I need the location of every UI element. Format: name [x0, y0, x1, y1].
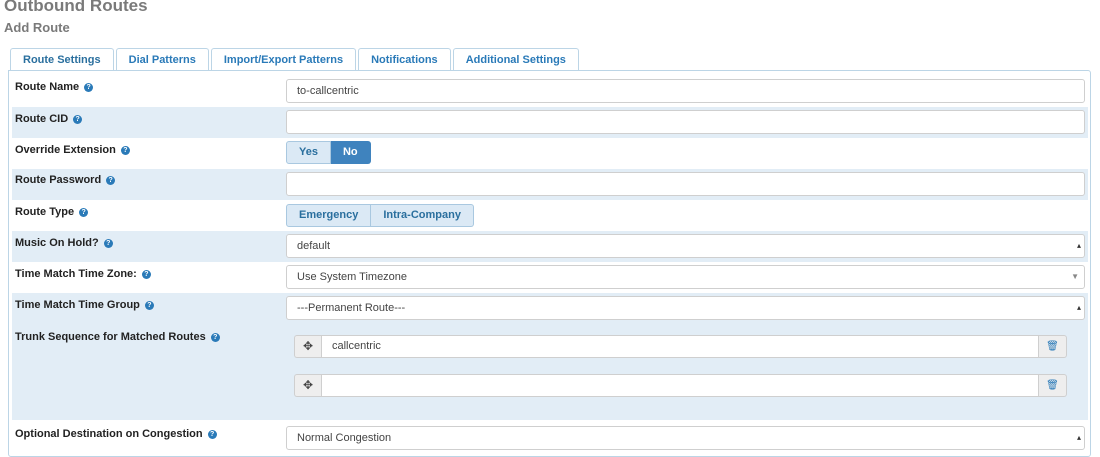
tab-route-settings[interactable]: Route Settings — [10, 48, 114, 71]
music-on-hold-value: default — [297, 240, 331, 252]
tab-bar: Route Settings Dial Patterns Import/Expo… — [10, 48, 579, 71]
route-name-label: Route Name ? — [15, 80, 94, 94]
route-password-row: Route Password ? — [12, 169, 1088, 200]
time-group-select[interactable]: ---Permanent Route--- ▴ — [286, 296, 1085, 320]
move-arrows-icon[interactable]: ✥ — [294, 374, 321, 397]
page-title: Outbound Routes — [4, 0, 148, 15]
question-circle-icon[interactable]: ? — [106, 175, 116, 185]
congestion-destination-select[interactable]: Normal Congestion ▴ — [286, 426, 1085, 450]
override-extension-label: Override Extension ? — [15, 143, 130, 157]
time-group-row: Time Match Time Group ? ---Permanent Rou… — [12, 293, 1088, 324]
trash-icon[interactable]: 🗑 — [1039, 374, 1067, 397]
trunk-select[interactable] — [321, 374, 1039, 397]
select-arrows-icon: ▴ — [1076, 433, 1081, 442]
trunk-sequence-label: Trunk Sequence for Matched Routes ? — [15, 330, 220, 344]
select-arrows-icon: ▴ — [1076, 241, 1081, 250]
route-name-label-text: Route Name — [15, 81, 80, 93]
move-arrows-icon[interactable]: ✥ — [294, 335, 321, 358]
congestion-row: Optional Destination on Congestion ? Nor… — [12, 421, 1088, 454]
question-circle-icon[interactable]: ? — [141, 269, 151, 279]
route-type-emergency-button[interactable]: Emergency — [286, 204, 372, 227]
music-on-hold-select[interactable]: default ▴ — [286, 234, 1085, 258]
time-group-label: Time Match Time Group ? — [15, 298, 154, 312]
question-circle-icon[interactable]: ? — [120, 145, 130, 155]
question-circle-icon[interactable]: ? — [144, 300, 154, 310]
route-name-row: Route Name ? to-callcentric — [12, 76, 1088, 107]
time-zone-row: Time Match Time Zone: ? Use System Timez… — [12, 262, 1088, 293]
route-type-toggle: Emergency Intra-Company — [286, 204, 474, 227]
route-password-label: Route Password ? — [15, 173, 116, 187]
question-circle-icon[interactable]: ? — [84, 82, 94, 92]
congestion-value: Normal Congestion — [297, 432, 392, 444]
route-type-row: Route Type ? Emergency Intra-Company — [12, 200, 1088, 231]
tab-import-export-patterns[interactable]: Import/Export Patterns — [210, 48, 357, 71]
route-settings-panel: Route Name ? to-callcentric Route CID ? … — [8, 70, 1091, 457]
page-subtitle: Add Route — [4, 20, 70, 35]
time-group-value: ---Permanent Route--- — [297, 302, 406, 314]
override-extension-label-text: Override Extension — [15, 144, 116, 156]
music-on-hold-row: Music On Hold? ? default ▴ — [12, 231, 1088, 262]
route-type-label-text: Route Type — [15, 206, 75, 218]
route-cid-input[interactable] — [286, 110, 1085, 134]
override-extension-row: Override Extension ? Yes No — [12, 138, 1088, 169]
music-on-hold-label: Music On Hold? ? — [15, 236, 113, 250]
route-type-label: Route Type ? — [15, 205, 89, 219]
question-circle-icon[interactable]: ? — [79, 207, 89, 217]
override-extension-toggle: Yes No — [286, 141, 371, 164]
trunk-item: ✥ callcentric 🗑 — [294, 335, 1067, 358]
route-cid-label: Route CID ? — [15, 112, 83, 126]
tab-additional-settings[interactable]: Additional Settings — [452, 48, 579, 71]
trunk-sequence-row: Trunk Sequence for Matched Routes ? ✥ ca… — [12, 324, 1088, 420]
time-zone-label-text: Time Match Time Zone: — [15, 268, 137, 280]
trunk-sequence-label-text: Trunk Sequence for Matched Routes — [15, 331, 206, 343]
tab-notifications[interactable]: Notifications — [358, 48, 451, 71]
time-zone-select[interactable]: Use System Timezone ▼ — [286, 265, 1085, 289]
congestion-label: Optional Destination on Congestion ? — [15, 427, 217, 441]
route-password-label-text: Route Password — [15, 174, 102, 186]
time-zone-label: Time Match Time Zone: ? — [15, 267, 151, 281]
override-extension-yes-button[interactable]: Yes — [286, 141, 331, 164]
route-cid-label-text: Route CID — [15, 113, 69, 125]
route-cid-row: Route CID ? — [12, 107, 1088, 138]
question-circle-icon[interactable]: ? — [103, 238, 113, 248]
route-name-input[interactable]: to-callcentric — [286, 79, 1085, 103]
question-circle-icon[interactable]: ? — [210, 332, 220, 342]
select-arrows-icon: ▴ — [1076, 303, 1081, 312]
tab-dial-patterns[interactable]: Dial Patterns — [115, 48, 209, 71]
route-password-input[interactable] — [286, 172, 1085, 196]
time-zone-value: Use System Timezone — [297, 271, 408, 283]
route-type-intra-company-button[interactable]: Intra-Company — [371, 204, 474, 227]
time-group-label-text: Time Match Time Group — [15, 299, 140, 311]
congestion-label-text: Optional Destination on Congestion — [15, 428, 203, 440]
trunk-item: ✥ 🗑 — [294, 374, 1067, 397]
music-on-hold-label-text: Music On Hold? — [15, 237, 99, 249]
override-extension-no-button[interactable]: No — [330, 141, 371, 164]
chevron-down-icon: ▼ — [1071, 272, 1079, 281]
trunk-select[interactable]: callcentric — [321, 335, 1039, 358]
question-circle-icon[interactable]: ? — [207, 429, 217, 439]
trash-icon[interactable]: 🗑 — [1039, 335, 1067, 358]
question-circle-icon[interactable]: ? — [73, 114, 83, 124]
